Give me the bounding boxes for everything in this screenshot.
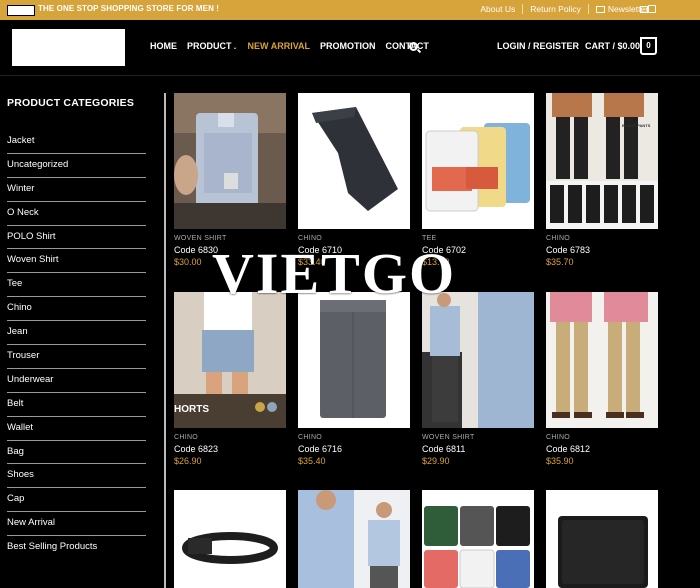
product-price: $29.90 [422,456,450,466]
mail-icon [595,5,605,13]
product-card[interactable]: TEE Code 6702 $13.70 [422,93,534,267]
category-item[interactable]: Chino [7,297,146,322]
category-item[interactable]: Woven Shirt [7,249,146,274]
product-card[interactable]: CHINO Code 6812 $35.90 [546,292,658,466]
product-image[interactable] [298,490,410,588]
image-banner-text: HORTS [174,404,209,415]
main-header: HOME PRODUCT⌄ NEW ARRIVAL PROMOTION CONT… [0,20,700,76]
category-item[interactable]: Best Selling Products [7,536,146,560]
small-logo [7,5,35,16]
cart-link[interactable]: CART / $0.00 [585,41,640,51]
product-category: CHINO [174,434,199,441]
product-card[interactable]: CHINO Code 6716 $35.40 [298,292,410,466]
category-item[interactable]: Uncategorized [7,154,146,178]
product-category: WOVEN SHIRT [422,434,475,441]
product-image[interactable] [174,490,286,588]
category-item[interactable]: Trouser [7,345,146,369]
category-item[interactable]: New Arrival [7,512,146,537]
top-links: About Us Return Policy Newsletter [480,4,648,14]
search-icon[interactable] [409,42,418,51]
product-name[interactable]: Code 6716 [298,444,342,454]
nav-new-arrival[interactable]: NEW ARRIVAL [248,41,311,51]
category-item[interactable]: Jacket [7,130,146,154]
product-price: $30.00 [174,257,202,267]
top-bar: THE ONE STOP SHOPPING STORE FOR MEN ! Ab… [0,0,700,20]
product-card[interactable]: CHINO Code 6710 $33.40 [298,93,410,267]
facebook-icon[interactable] [648,5,656,13]
product-card[interactable] [298,490,410,588]
category-item[interactable]: Underwear [7,369,146,393]
product-image[interactable]: BLACK PANTS [546,93,658,229]
product-card[interactable] [422,490,534,588]
product-card[interactable]: WOVEN SHIRT Code 6811 $29.90 [422,292,534,466]
main-nav: HOME PRODUCT⌄ NEW ARRIVAL PROMOTION CONT… [150,41,429,51]
category-item[interactable]: Jean [7,321,146,346]
product-card[interactable] [546,490,658,588]
sidebar: PRODUCT CATEGORIES Jacket Uncategorized … [0,77,164,588]
product-image[interactable] [422,292,534,428]
product-card[interactable]: BLACK PANTS CHINO Code 6783 $35.70 [546,93,658,267]
product-price: $35.90 [546,456,574,466]
category-item[interactable]: Wallet [7,417,146,441]
about-us-link[interactable]: About Us [480,4,515,14]
product-category: CHINO [546,235,571,242]
category-item[interactable]: O Neck [7,202,146,226]
product-name[interactable]: Code 6823 [174,444,218,454]
category-item[interactable]: Shoes [7,464,146,489]
cart-count-badge[interactable]: 0 [640,37,657,55]
sidebar-divider [164,93,166,588]
product-image[interactable] [422,93,534,229]
product-image[interactable] [298,93,410,229]
product-card[interactable]: WOVEN SHIRT Code 6830 $30.00 [174,93,286,267]
nav-product-label: PRODUCT [187,41,232,51]
product-name[interactable]: Code 6783 [546,245,590,255]
image-tag-text: BLACK PANTS [622,123,651,128]
product-image[interactable] [546,490,658,588]
product-image[interactable] [546,292,658,428]
category-item[interactable]: Cap [7,488,146,513]
product-price: $35.70 [546,257,574,267]
chevron-down-icon: ⌄ [232,45,238,51]
category-item[interactable]: Winter [7,178,146,202]
category-list: Jacket Uncategorized Winter O Neck POLO … [7,130,146,560]
product-category: CHINO [546,434,571,441]
product-price: $35.40 [298,456,326,466]
product-card[interactable]: HORTS CHINO Code 6823 $26.90 [174,292,286,466]
nav-product[interactable]: PRODUCT⌄ [187,41,238,51]
product-price: $26.90 [174,456,202,466]
product-name[interactable]: Code 6811 [422,444,465,454]
product-image[interactable]: HORTS [174,292,286,428]
product-categories-title: PRODUCT CATEGORIES [7,97,135,109]
product-image[interactable] [174,93,286,229]
product-name[interactable]: Code 6812 [546,444,590,454]
category-item[interactable]: Tee [7,273,146,298]
return-policy-link[interactable]: Return Policy [530,4,581,14]
category-item[interactable]: POLO Shirt [7,226,146,250]
product-image[interactable] [422,490,534,588]
category-item[interactable]: Bag [7,441,146,465]
category-item[interactable]: Belt [7,393,146,417]
product-card[interactable] [174,490,286,588]
watermark-logo: VIETGO [212,241,457,306]
login-register-link[interactable]: LOGIN / REGISTER [497,41,579,51]
divider [522,4,524,14]
product-category: CHINO [298,434,323,441]
email-icon[interactable] [640,6,648,13]
store-tagline: THE ONE STOP SHOPPING STORE FOR MEN ! [38,4,220,13]
site-logo[interactable] [12,29,125,66]
nav-contact[interactable]: CONTACT [386,41,429,51]
divider [587,4,589,14]
nav-home[interactable]: HOME [150,41,177,51]
nav-promotion[interactable]: PROMOTION [320,41,376,51]
product-image[interactable] [298,292,410,428]
